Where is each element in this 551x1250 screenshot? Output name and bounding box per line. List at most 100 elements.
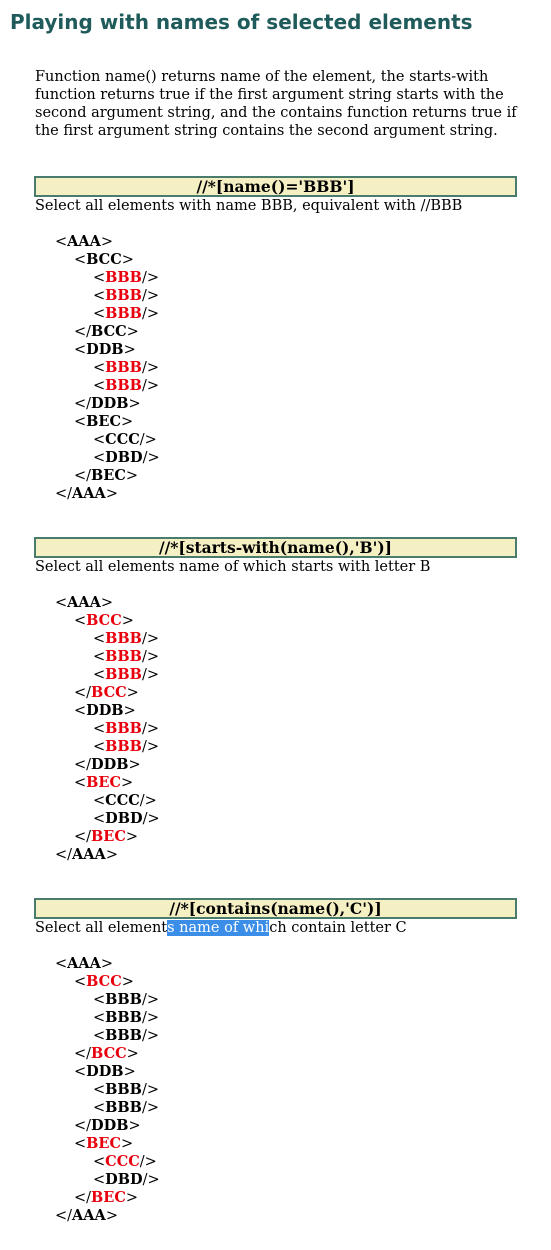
- xpath-expression-bar[interactable]: //*[starts-with(name(),'B')]: [34, 537, 517, 558]
- tag-open-bracket: <: [93, 1010, 106, 1026]
- xml-tree-line: </BEC>: [34, 1189, 517, 1207]
- tag-close-bracket: >: [121, 775, 134, 791]
- tag-open-bracket: <: [93, 649, 106, 665]
- selected-tag-name: BEC: [86, 774, 122, 791]
- intro-line: function returns true if the first argum…: [35, 87, 504, 103]
- tag-close-bracket: >: [126, 685, 139, 701]
- tag-open-bracket: <: [74, 974, 87, 990]
- tag-close-bracket: />: [141, 649, 159, 665]
- example-section: //*[contains(name(),'C')] Select all ele…: [34, 898, 517, 1225]
- selected-tag-name: BBB: [105, 359, 142, 376]
- selected-tag-name: BCC: [91, 684, 127, 701]
- tag-name: DBD: [105, 449, 143, 466]
- selected-tag-name: BBB: [105, 630, 142, 647]
- tag-open-bracket: <: [55, 234, 68, 250]
- tag-close-bracket: >: [105, 847, 118, 863]
- tag-open-bracket: <: [74, 1136, 87, 1152]
- selected-tag-name: BBB: [105, 666, 142, 683]
- example-description: Select all elements with name BBB, equiv…: [35, 197, 517, 215]
- tag-close-bracket: >: [121, 613, 134, 629]
- tag-name: BBB: [105, 1009, 142, 1026]
- xml-tree-line: <BBB/>: [34, 1081, 517, 1099]
- xml-tree-line: <BBB/>: [34, 630, 517, 648]
- selected-tag-name: BBB: [105, 377, 142, 394]
- tag-open-bracket: <: [93, 288, 106, 304]
- tag-name: DBD: [105, 810, 143, 827]
- tag-close-bracket: />: [141, 721, 159, 737]
- xml-tree-line: </BCC>: [34, 684, 517, 702]
- example-description: Select all elements name of which starts…: [35, 558, 517, 576]
- intro-line: second argument string, and the contains…: [35, 105, 517, 121]
- xml-tree-line: <AAA>: [34, 233, 517, 251]
- xml-tree-line: <CCC/>: [34, 1153, 517, 1171]
- tag-close-bracket: >: [123, 1064, 136, 1080]
- xml-tree-line: <DDB>: [34, 341, 517, 359]
- tag-name: CCC: [105, 792, 140, 809]
- tag-close-bracket: >: [121, 1136, 134, 1152]
- xml-tree-line: <BBB/>: [34, 666, 517, 684]
- xml-tree-line: <BBB/>: [34, 738, 517, 756]
- xpath-expression-bar[interactable]: //*[name()='BBB']: [34, 176, 517, 197]
- tag-close-bracket: />: [139, 432, 157, 448]
- tag-open-bracket: <: [93, 992, 106, 1008]
- xml-tree-line: </DDB>: [34, 395, 517, 413]
- tag-name: BEC: [91, 467, 126, 484]
- tag-open-bracket: <: [74, 1064, 87, 1080]
- tag-close-bracket: />: [141, 1010, 159, 1026]
- tag-open-bracket: </: [74, 1190, 92, 1206]
- tag-open-bracket: </: [74, 1118, 92, 1134]
- tag-open-bracket: <: [93, 1172, 106, 1188]
- tag-close-bracket: >: [128, 757, 141, 773]
- tag-close-bracket: />: [141, 1082, 159, 1098]
- tag-close-bracket: >: [121, 974, 134, 990]
- selected-tag-name: BEC: [91, 1189, 126, 1206]
- tag-close-bracket: />: [141, 631, 159, 647]
- xml-tree-line: <BEC>: [34, 413, 517, 431]
- tag-open-bracket: </: [74, 396, 92, 412]
- tag-open-bracket: </: [74, 829, 92, 845]
- selected-text[interactable]: s name of whi: [167, 920, 270, 936]
- xml-tree-line: </DDB>: [34, 1117, 517, 1135]
- xml-tree-line: <CCC/>: [34, 431, 517, 449]
- tag-close-bracket: />: [142, 450, 160, 466]
- tag-name: DBD: [105, 1171, 143, 1188]
- xml-tree-line: <BCC>: [34, 251, 517, 269]
- xml-tree: <AAA> <BCC> <BBB/> <BBB/> <BBB/> </BCC> <DDB> <…: [34, 594, 517, 864]
- tag-name: DDB: [86, 702, 124, 719]
- tag-close-bracket: >: [105, 1208, 118, 1224]
- tag-close-bracket: />: [141, 739, 159, 755]
- xml-tree-line: <BBB/>: [34, 1027, 517, 1045]
- tag-close-bracket: />: [141, 1100, 159, 1116]
- tag-name: BEC: [86, 413, 122, 430]
- tag-open-bracket: <: [55, 595, 68, 611]
- selected-tag-name: BBB: [105, 269, 142, 286]
- tag-open-bracket: <: [93, 721, 106, 737]
- tag-close-bracket: >: [125, 829, 139, 845]
- tag-close-bracket: />: [139, 1154, 157, 1170]
- intro-line: Function name() returns name of the elem…: [35, 69, 489, 85]
- tag-close-bracket: />: [141, 360, 159, 376]
- tag-open-bracket: <: [74, 342, 87, 358]
- tag-name: BBB: [105, 1027, 142, 1044]
- tag-name: AAA: [72, 846, 106, 863]
- tag-open-bracket: <: [93, 1100, 106, 1116]
- tag-name: DDB: [86, 1063, 124, 1080]
- xml-tree-line: <DBD/>: [34, 810, 517, 828]
- xpath-expression-bar[interactable]: //*[contains(name(),'C')]: [34, 898, 517, 919]
- xml-tree-line: <BBB/>: [34, 377, 517, 395]
- tag-close-bracket: >: [126, 1046, 139, 1062]
- xml-tree-line: </AAA>: [34, 846, 517, 864]
- tag-open-bracket: <: [93, 667, 106, 683]
- xml-tree-line: <BBB/>: [34, 991, 517, 1009]
- tag-close-bracket: />: [141, 992, 159, 1008]
- tag-open-bracket: <: [74, 613, 87, 629]
- tag-close-bracket: />: [141, 288, 159, 304]
- tag-name: DDB: [91, 1117, 129, 1134]
- tag-name: BBB: [105, 1081, 142, 1098]
- xml-tree-line: <BBB/>: [34, 1099, 517, 1117]
- xml-tree-line: <DDB>: [34, 702, 517, 720]
- xml-tree-line: <BCC>: [34, 612, 517, 630]
- example-section: //*[starts-with(name(),'B')] Select all …: [34, 537, 517, 864]
- tag-close-bracket: >: [128, 1118, 141, 1134]
- tag-close-bracket: >: [125, 468, 139, 484]
